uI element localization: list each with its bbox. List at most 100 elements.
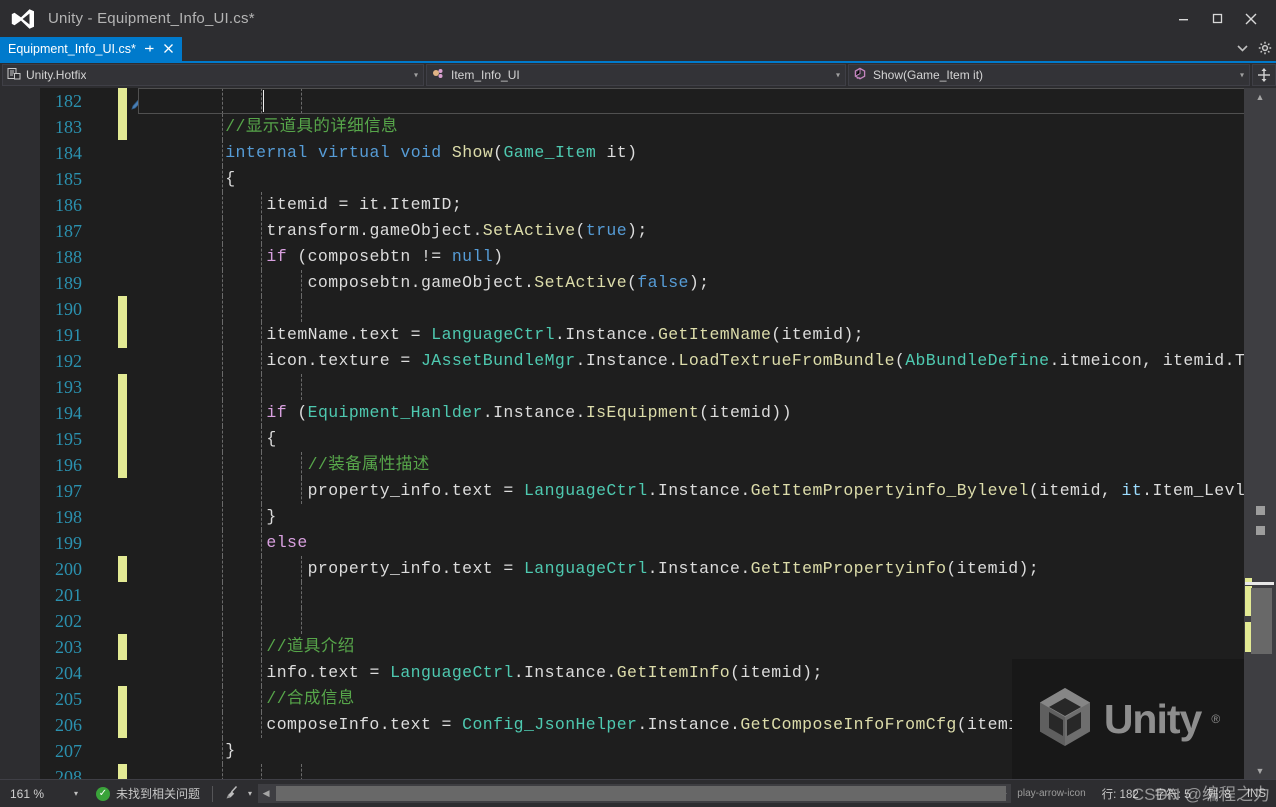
line-number: 201: [55, 585, 82, 605]
code-line-text: }: [184, 507, 277, 526]
play-arrow-icon[interactable]: play-arrow-icon: [1017, 788, 1085, 799]
gutter-row: 191: [40, 322, 138, 348]
line-number: 202: [55, 611, 82, 631]
indent-guide: [301, 764, 303, 779]
change-bar: [118, 88, 127, 114]
zoom-level-dropdown[interactable]: 161 % ▾: [6, 787, 82, 801]
line-number: 194: [55, 403, 82, 423]
change-bar: [118, 556, 127, 582]
tab-equipment-info-ui[interactable]: Equipment_Info_UI.cs*: [0, 37, 182, 61]
code-line[interactable]: [138, 88, 1276, 114]
code-line[interactable]: property_info.text = LanguageCtrl.Instan…: [138, 556, 1276, 582]
code-text-area[interactable]: //显示道具的详细信息 internal virtual void Show(G…: [138, 88, 1276, 779]
line-number: 203: [55, 637, 82, 657]
line-number: 187: [55, 221, 82, 241]
gutter-row: 189: [40, 270, 138, 296]
editor-left-margin: [0, 88, 40, 779]
gutter-row: 203: [40, 634, 138, 660]
problems-status-label: 未找到相关问题: [116, 787, 201, 801]
line-indicator: 行: 182: [1101, 788, 1139, 801]
code-line[interactable]: itemid = it.ItemID;: [138, 192, 1276, 218]
horizontal-scrollbar[interactable]: ◀ ▶: [258, 784, 1012, 803]
code-line[interactable]: //装备属性描述: [138, 452, 1276, 478]
code-line[interactable]: [138, 374, 1276, 400]
minimize-button[interactable]: [1166, 4, 1200, 34]
vertical-scrollbar-thumb[interactable]: [1251, 588, 1272, 654]
code-line[interactable]: {: [138, 426, 1276, 452]
visual-studio-logo-icon: [8, 4, 38, 34]
code-line[interactable]: if (composebtn != null): [138, 244, 1276, 270]
code-line[interactable]: //显示道具的详细信息: [138, 114, 1276, 140]
maximize-button[interactable]: [1200, 4, 1234, 34]
vertical-scrollbar[interactable]: ▲ ▼: [1244, 88, 1276, 779]
line-number: 195: [55, 429, 82, 449]
scroll-left-icon[interactable]: ◀: [258, 788, 274, 799]
line-number: 204: [55, 663, 82, 683]
member-dropdown[interactable]: Show(Game_Item it) ▾: [848, 64, 1250, 86]
gutter-row: 188: [40, 244, 138, 270]
line-number: 206: [55, 715, 82, 735]
member-dropdown-label: Show(Game_Item it): [873, 68, 984, 82]
tab-strip: Equipment_Info_UI.cs*: [0, 37, 1276, 63]
gutter-row: 190: [40, 296, 138, 322]
chevron-down-icon[interactable]: ▾: [248, 789, 252, 798]
project-icon: [7, 67, 21, 84]
gutter-row: 204: [40, 660, 138, 686]
indent-guide: [301, 608, 303, 634]
pin-icon[interactable]: [142, 43, 156, 56]
code-line[interactable]: transform.gameObject.SetActive(true);: [138, 218, 1276, 244]
indent-guide: [221, 374, 223, 400]
type-dropdown[interactable]: Item_Info_UI ▾: [426, 64, 846, 86]
code-line-text: //合成信息: [266, 689, 355, 708]
gear-icon[interactable]: [1258, 41, 1272, 58]
horizontal-scrollbar-track[interactable]: [274, 784, 1007, 803]
code-line[interactable]: //道具介绍: [138, 634, 1276, 660]
code-line[interactable]: else: [138, 530, 1276, 556]
change-bar: [118, 764, 127, 779]
chevron-down-icon[interactable]: ▾: [1240, 71, 1244, 80]
code-line-text: {: [184, 169, 236, 188]
line-number: 200: [55, 559, 82, 579]
code-cleanup-button[interactable]: ▾: [225, 785, 252, 803]
code-line-text: itemName.text = LanguageCtrl.Instance.Ge…: [184, 325, 864, 344]
code-line[interactable]: icon.texture = JAssetBundleMgr.Instance.…: [138, 348, 1276, 374]
line-number: 191: [55, 325, 82, 345]
scroll-down-icon[interactable]: ▼: [1244, 762, 1276, 779]
navigation-bar: Unity.Hotfix ▾ Item_Info_UI ▾ Show(Game_…: [0, 63, 1276, 88]
split-view-icon[interactable]: [1252, 64, 1276, 86]
line-number: 205: [55, 689, 82, 709]
close-button[interactable]: [1234, 4, 1268, 34]
code-line[interactable]: }: [138, 504, 1276, 530]
project-dropdown[interactable]: Unity.Hotfix ▾: [2, 64, 424, 86]
problems-status[interactable]: ✓ 未找到相关问题: [96, 785, 200, 802]
unity-cube-logo-icon: [1036, 686, 1094, 753]
gutter-row: 201: [40, 582, 138, 608]
gutter-row: 199: [40, 530, 138, 556]
zoom-level-label: 161 %: [10, 786, 45, 801]
code-line[interactable]: [138, 582, 1276, 608]
code-line[interactable]: property_info.text = LanguageCtrl.Instan…: [138, 478, 1276, 504]
chevron-down-icon[interactable]: ▾: [836, 71, 840, 80]
change-bar: [118, 296, 127, 322]
change-bar: [118, 634, 127, 660]
code-line[interactable]: itemName.text = LanguageCtrl.Instance.Ge…: [138, 322, 1276, 348]
chevron-down-icon[interactable]: [1237, 44, 1248, 55]
code-line[interactable]: composebtn.gameObject.SetActive(false);: [138, 270, 1276, 296]
line-number: 188: [55, 247, 82, 267]
horizontal-scrollbar-thumb[interactable]: [276, 786, 1007, 801]
indent-guide: [221, 296, 223, 322]
gutter-row: 183: [40, 114, 138, 140]
close-icon[interactable]: [162, 43, 176, 56]
chevron-down-icon[interactable]: ▾: [74, 789, 78, 798]
chevron-down-icon[interactable]: ▾: [414, 71, 418, 80]
code-line[interactable]: [138, 608, 1276, 634]
code-line[interactable]: internal virtual void Show(Game_Item it): [138, 140, 1276, 166]
code-line[interactable]: if (Equipment_Hanlder.Instance.IsEquipme…: [138, 400, 1276, 426]
code-line[interactable]: {: [138, 166, 1276, 192]
gutter-row: 202: [40, 608, 138, 634]
line-number-gutter[interactable]: 182 183 184 185 186 187 188 189 190 191 192 193 194 1…: [40, 88, 186, 779]
scroll-up-icon[interactable]: ▲: [1244, 88, 1276, 105]
method-icon: [853, 67, 868, 84]
indent-guide: [261, 296, 263, 322]
code-line[interactable]: [138, 296, 1276, 322]
